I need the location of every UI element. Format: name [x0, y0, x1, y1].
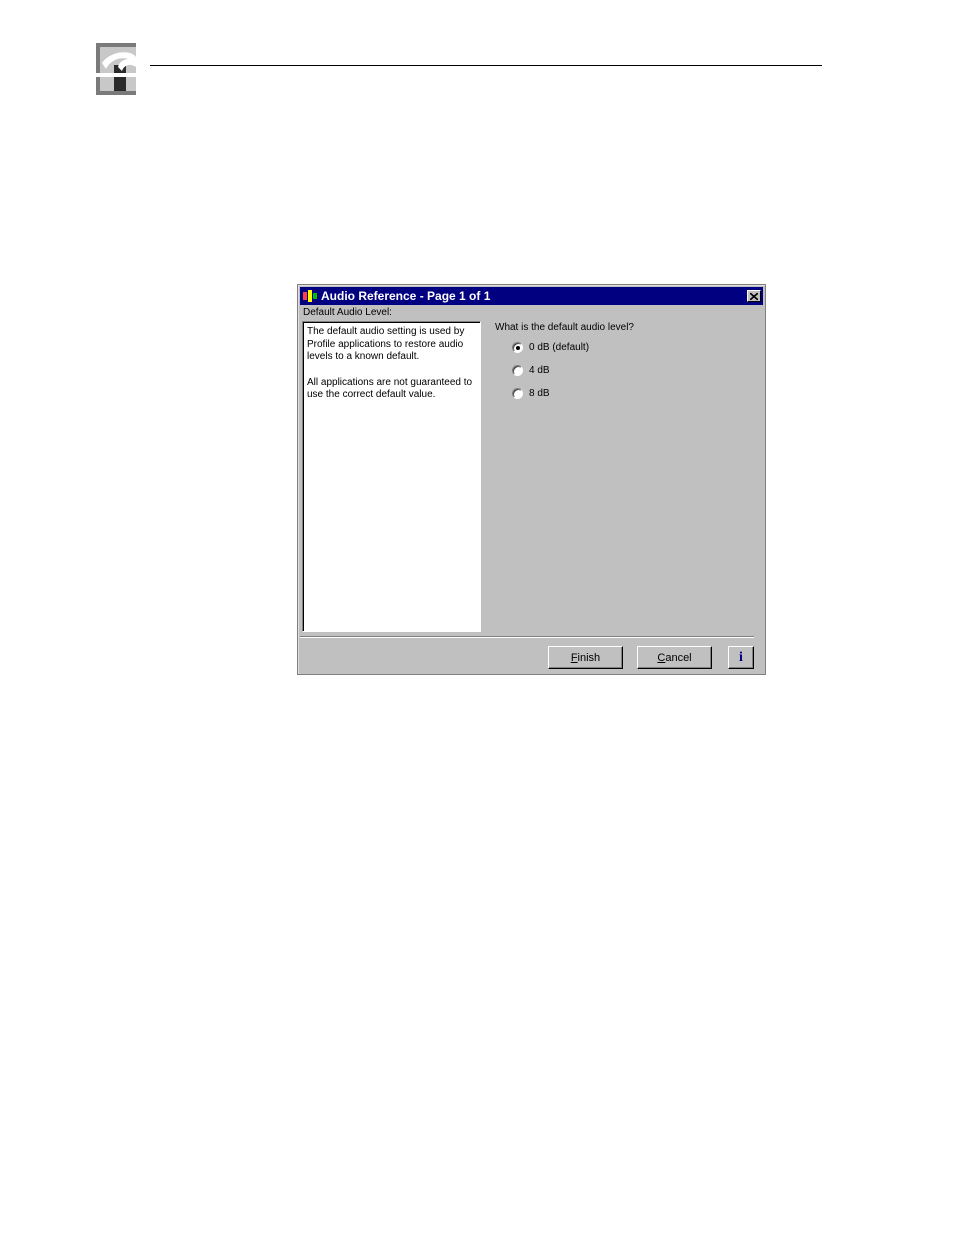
finish-label: inish [577, 651, 601, 664]
help-text-panel: The default audio setting is used by Pro… [302, 321, 481, 632]
audio-reference-dialog: Audio Reference - Page 1 of 1 Default Au… [297, 284, 766, 675]
cancel-button[interactable]: Cancel [637, 646, 712, 669]
option-label: 4 dB [529, 365, 550, 376]
help-paragraph: All applications are not guaranteed to u… [307, 376, 473, 401]
option-label: 0 dB (default) [529, 342, 590, 353]
close-icon [750, 292, 758, 300]
radio-selected-dot [515, 345, 520, 350]
option-label: 8 dB [529, 388, 550, 399]
finish-button[interactable]: Finish [548, 646, 623, 669]
close-button[interactable] [747, 290, 761, 302]
separator [300, 636, 754, 638]
cancel-label: ancel [665, 651, 692, 664]
profile-logo-icon [96, 43, 140, 95]
radio-button[interactable] [512, 388, 523, 399]
cancel-mnemonic: C [657, 651, 666, 664]
option-8db[interactable]: 8 dB [512, 388, 550, 399]
section-label: Default Audio Level: [303, 307, 392, 318]
option-4db[interactable]: 4 dB [512, 365, 550, 376]
option-0db[interactable]: 0 dB (default) [512, 342, 589, 353]
app-icon [303, 290, 317, 302]
dialog-title: Audio Reference - Page 1 of 1 [321, 289, 491, 303]
help-paragraph: The default audio setting is used by Pro… [307, 326, 465, 362]
radio-button[interactable] [512, 342, 523, 353]
dialog-titlebar[interactable]: Audio Reference - Page 1 of 1 [300, 287, 763, 305]
finish-mnemonic: F [570, 651, 578, 664]
info-icon: i [739, 649, 743, 665]
header-rule [150, 65, 822, 66]
info-button[interactable]: i [728, 646, 754, 669]
question-label: What is the default audio level? [495, 322, 634, 333]
radio-button[interactable] [512, 365, 523, 376]
